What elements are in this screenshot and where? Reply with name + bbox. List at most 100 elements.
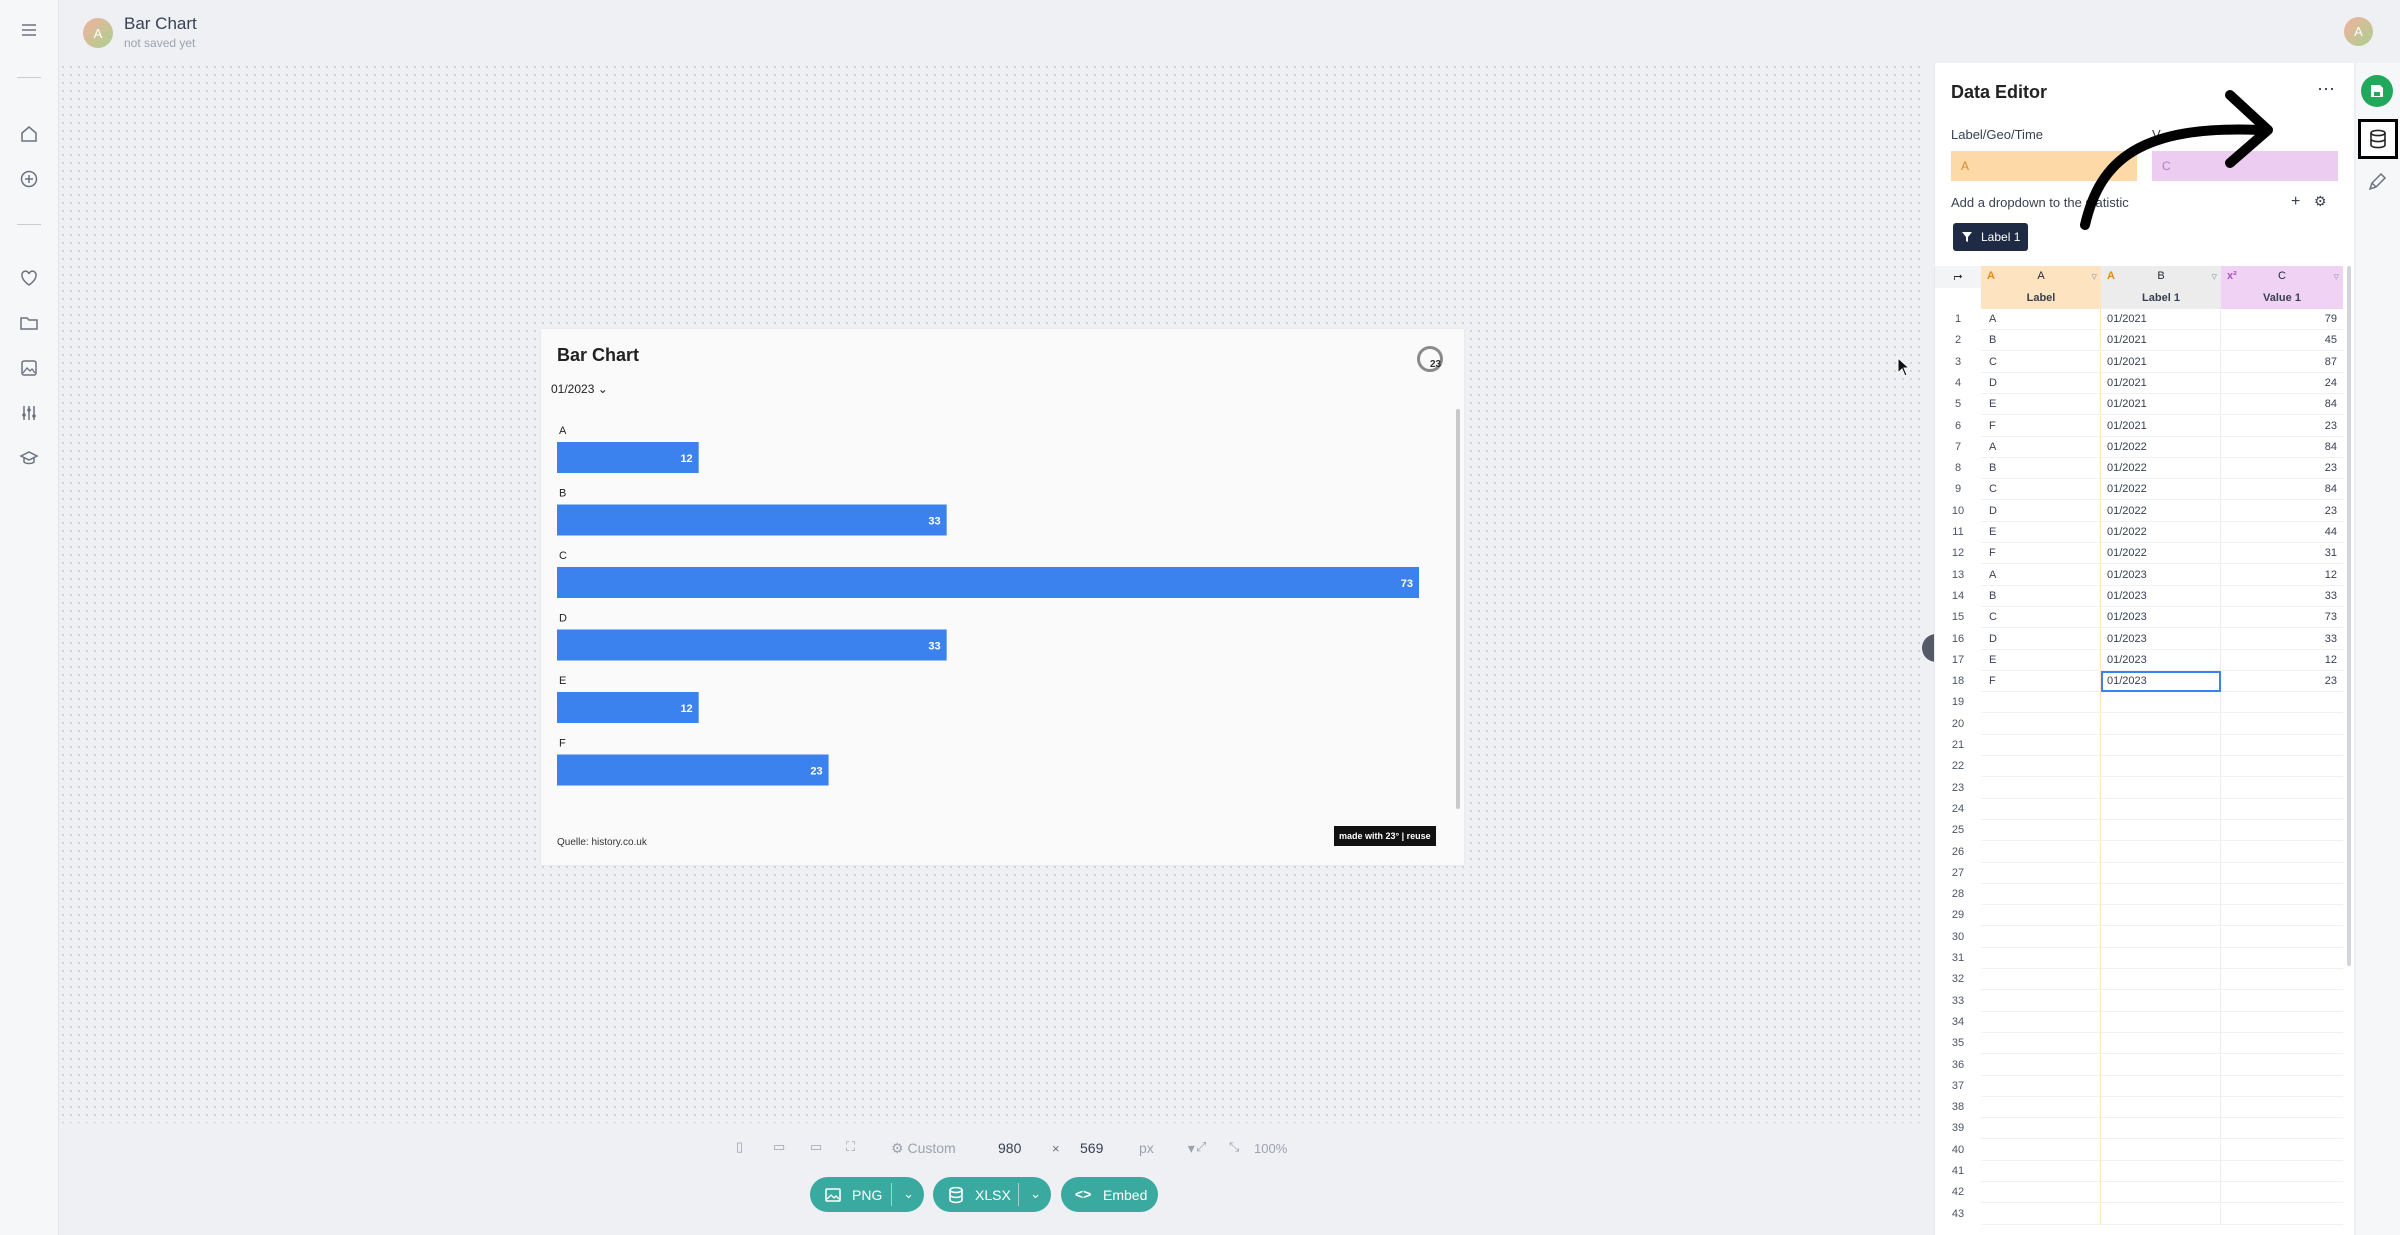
table-cell[interactable] xyxy=(2221,1033,2343,1055)
table-cell[interactable] xyxy=(2101,777,2221,799)
table-cell[interactable]: C xyxy=(1981,479,2101,501)
table-cell[interactable]: 45 xyxy=(2221,330,2343,352)
row-number[interactable]: 18 xyxy=(1935,675,1981,687)
table-cell[interactable]: 33 xyxy=(2221,629,2343,650)
table-cell[interactable]: 01/2021 xyxy=(2101,309,2221,330)
table-cell[interactable]: 01/2022 xyxy=(2101,500,2221,522)
embed-button[interactable]: <> Embed xyxy=(1061,1177,1158,1212)
filter-chip[interactable]: Label 1 xyxy=(1953,223,2029,251)
bar[interactable] xyxy=(557,442,699,473)
bar[interactable] xyxy=(557,692,699,723)
row-number[interactable]: 14 xyxy=(1935,590,1981,602)
table-cell[interactable]: D xyxy=(1981,500,2101,522)
table-cell[interactable]: 01/2023 xyxy=(2101,564,2221,586)
row-number[interactable]: 35 xyxy=(1935,1037,1981,1049)
table-cell[interactable]: A xyxy=(1981,436,2101,458)
table-cell[interactable]: 01/2022 xyxy=(2101,543,2221,565)
table-cell[interactable] xyxy=(2101,820,2221,842)
table-cell[interactable] xyxy=(2101,1161,2221,1182)
table-cell[interactable] xyxy=(1981,884,2101,906)
table-cell[interactable] xyxy=(2221,884,2343,906)
phone-icon[interactable]: ▯ xyxy=(736,1139,752,1155)
table-cell[interactable]: 01/2023 xyxy=(2101,649,2221,671)
unit-select[interactable]: px ▾ xyxy=(1139,1140,1195,1157)
row-number[interactable]: 30 xyxy=(1935,931,1981,943)
table-cell[interactable]: F xyxy=(1981,415,2101,437)
table-cell[interactable] xyxy=(1981,777,2101,799)
size-preset[interactable]: ⚙ Custom xyxy=(891,1140,956,1157)
project-title[interactable]: Bar Chart xyxy=(124,14,197,34)
table-cell[interactable] xyxy=(1981,1033,2101,1055)
row-number[interactable]: 12 xyxy=(1935,547,1981,559)
row-number[interactable]: 38 xyxy=(1935,1101,1981,1113)
save-button[interactable] xyxy=(2361,75,2393,107)
table-cell[interactable]: F xyxy=(1981,671,2101,693)
table-cell[interactable] xyxy=(1981,1182,2101,1204)
table-cell[interactable] xyxy=(2221,1118,2343,1140)
table-cell[interactable] xyxy=(2101,926,2221,948)
row-number[interactable]: 3 xyxy=(1935,356,1981,368)
fullscreen-icon[interactable]: ⛶ xyxy=(846,1139,862,1155)
bar[interactable] xyxy=(557,629,947,661)
more-options-icon[interactable]: ⋯ xyxy=(2317,79,2335,100)
corner-cell[interactable]: ⮣ xyxy=(1935,266,1981,288)
column-header-c[interactable]: x² C ▿ xyxy=(2221,266,2343,288)
row-number[interactable]: 26 xyxy=(1935,846,1981,858)
row-number[interactable]: 42 xyxy=(1935,1186,1981,1198)
table-cell[interactable]: 01/2021 xyxy=(2101,351,2221,373)
row-number[interactable]: 40 xyxy=(1935,1144,1981,1156)
download-png-button[interactable]: PNG ⌄ xyxy=(810,1177,924,1212)
menu-icon[interactable] xyxy=(17,18,41,42)
laptop-icon[interactable]: ▭ xyxy=(810,1139,826,1155)
table-cell[interactable]: E xyxy=(1981,394,2101,416)
resize-icon[interactable]: ⤡ xyxy=(1229,1139,1245,1155)
table-cell[interactable]: C xyxy=(1981,607,2101,629)
table-cell[interactable]: 79 xyxy=(2221,309,2343,330)
table-cell[interactable]: E xyxy=(1981,522,2101,543)
table-cell[interactable] xyxy=(2221,948,2343,969)
table-cell[interactable] xyxy=(2101,1203,2221,1225)
table-cell[interactable] xyxy=(2221,735,2343,756)
table-cell[interactable]: 23 xyxy=(2221,416,2343,437)
table-cell[interactable] xyxy=(1981,1054,2101,1076)
filter-icon[interactable]: ▿ xyxy=(2333,270,2339,283)
row-number[interactable]: 15 xyxy=(1935,611,1981,623)
table-cell[interactable]: 01/2022 xyxy=(2101,436,2221,458)
row-number[interactable]: 10 xyxy=(1935,505,1981,517)
chart-preview[interactable]: Bar Chart 23 01/2023 ⌄ A 12 B 33 C 73 D 33 E 12 F 2… xyxy=(541,329,1464,865)
row-number[interactable]: 33 xyxy=(1935,995,1981,1007)
table-cell[interactable] xyxy=(2101,735,2221,756)
table-cell[interactable] xyxy=(2101,1182,2221,1204)
table-cell[interactable]: 33 xyxy=(2221,586,2343,607)
table-cell[interactable]: D xyxy=(1981,372,2101,394)
chevron-down-icon[interactable]: ⌄ xyxy=(903,1186,914,1202)
table-cell[interactable] xyxy=(1981,862,2101,884)
row-number[interactable]: 13 xyxy=(1935,569,1981,581)
table-cell[interactable]: D xyxy=(1981,628,2101,650)
table-cell[interactable] xyxy=(2101,862,2221,884)
table-cell[interactable] xyxy=(2221,905,2343,927)
row-number[interactable]: 25 xyxy=(1935,824,1981,836)
table-cell[interactable] xyxy=(1981,969,2101,991)
table-cell[interactable]: 87 xyxy=(2221,352,2343,373)
table-cell[interactable] xyxy=(1981,1118,2101,1140)
table-cell[interactable] xyxy=(1981,820,2101,842)
chart-filter-dropdown[interactable]: 01/2023 ⌄ xyxy=(551,382,608,396)
chart-scrollbar[interactable] xyxy=(1456,409,1460,809)
table-cell[interactable] xyxy=(2101,798,2221,820)
pencil-icon[interactable] xyxy=(2366,171,2388,193)
bar[interactable] xyxy=(557,754,829,786)
table-cell[interactable]: 31 xyxy=(2221,543,2343,565)
table-cell[interactable] xyxy=(1981,1075,2101,1097)
table-cell[interactable] xyxy=(2221,927,2343,948)
table-cell[interactable] xyxy=(2221,1012,2343,1033)
table-cell[interactable]: 73 xyxy=(2221,607,2343,629)
header-cell-label[interactable]: Label xyxy=(1981,288,2101,309)
tablet-icon[interactable]: ▭ xyxy=(773,1139,789,1155)
image-icon[interactable] xyxy=(17,356,41,380)
table-cell[interactable] xyxy=(2221,842,2343,863)
table-cell[interactable] xyxy=(1981,735,2101,756)
table-cell[interactable]: 01/2023 xyxy=(2101,628,2221,650)
table-cell[interactable] xyxy=(2101,1097,2221,1119)
table-cell[interactable] xyxy=(1981,713,2101,735)
